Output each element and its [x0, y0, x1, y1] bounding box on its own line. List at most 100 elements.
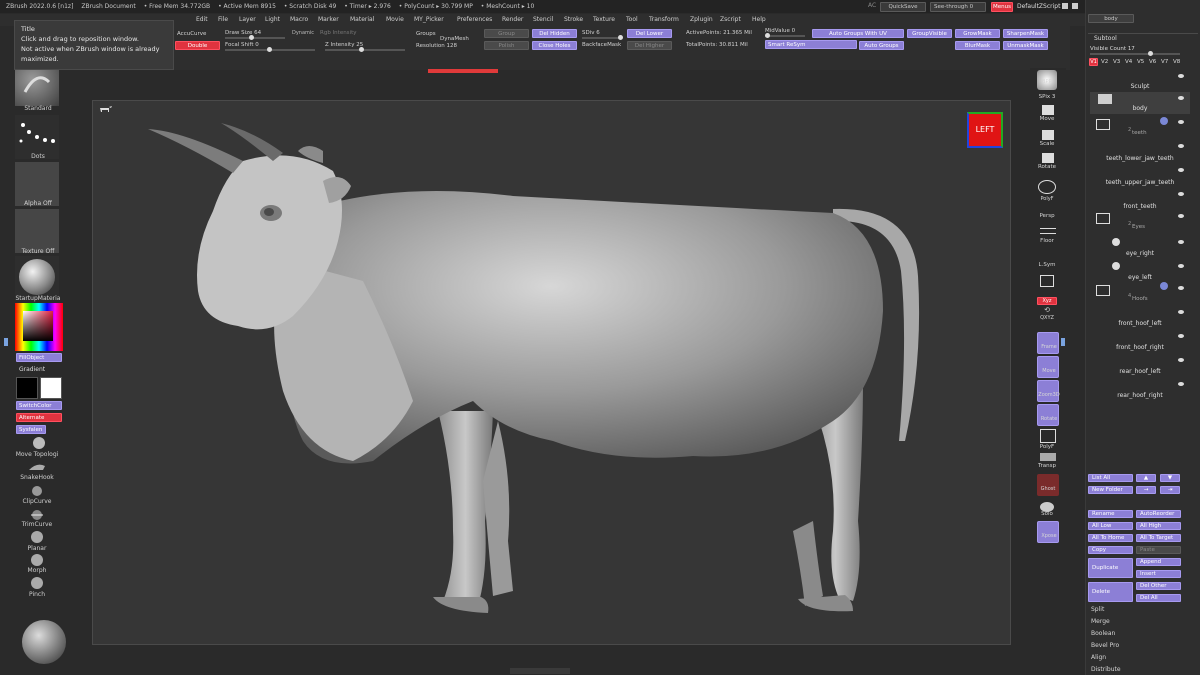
subtool-header[interactable]: Subtool [1088, 33, 1198, 43]
snakehook-brush[interactable] [25, 460, 47, 474]
menu-macro[interactable]: Macro [290, 14, 308, 26]
group-visible-button[interactable]: GroupVisible [907, 29, 952, 38]
z-intensity-knob[interactable] [359, 47, 364, 52]
z-intensity-slider[interactable]: Z Intensity 25 [325, 42, 363, 48]
rgb-intensity-slider[interactable]: Rgb Intensity [320, 30, 357, 36]
subtool-item-front-hoof-right[interactable]: front_hoof_right [1090, 330, 1190, 352]
qxyz-toggle[interactable]: QXYZ [1030, 315, 1064, 321]
subtool-item-eye-right[interactable]: eye_right [1090, 236, 1190, 258]
bevel-pro-menu[interactable]: Bevel Pro [1091, 642, 1119, 649]
left-tray-toggle[interactable] [4, 338, 8, 346]
subtool-folder-hoofs[interactable]: 4 Hoofs [1090, 282, 1190, 304]
rotate-view-button[interactable]: Rotate [1037, 404, 1059, 426]
smart-resym-button[interactable]: Smart ReSym [765, 40, 857, 49]
see-through-slider[interactable]: See-through 0 [930, 2, 986, 12]
midvalue-track[interactable] [765, 33, 805, 38]
quicksave-button[interactable]: QuickSave [880, 2, 926, 12]
subtool-item-sculpt[interactable]: Sculpt [1090, 70, 1190, 92]
sdiv-slider[interactable]: SDiv 6 [582, 30, 600, 36]
menu-movie[interactable]: Movie [386, 14, 404, 26]
align-menu[interactable]: Align [1091, 654, 1106, 661]
eye-icon[interactable] [1178, 334, 1184, 338]
group-button[interactable]: Group [484, 29, 529, 38]
menu-light[interactable]: Light [265, 14, 280, 26]
auto-groups-uv-button[interactable]: Auto Groups With UV [812, 29, 904, 38]
bull-sculpt[interactable] [93, 101, 1012, 646]
distribute-menu[interactable]: Distribute [1091, 666, 1121, 673]
menu-zplugin[interactable]: Zplugin [690, 14, 713, 26]
default-zscript[interactable]: DefaultZScript [1017, 3, 1060, 10]
right-tray-toggle[interactable] [1061, 338, 1065, 346]
menu-help[interactable]: Help [752, 14, 766, 26]
version-v3[interactable]: V3 [1113, 59, 1120, 65]
menu-layer[interactable]: Layer [239, 14, 256, 26]
auto-groups-button[interactable]: Auto Groups [859, 41, 904, 50]
xyz-button[interactable]: Xyz [1037, 297, 1057, 305]
focal-shift-slider[interactable]: Focal Shift 0 [225, 42, 259, 48]
delete-button[interactable]: Delete [1088, 582, 1133, 602]
version-v4[interactable]: V4 [1125, 59, 1132, 65]
floor-icon[interactable] [1040, 228, 1056, 234]
auto-reorder-button[interactable]: AutoReorder [1136, 510, 1181, 518]
main-color-swatch[interactable] [40, 377, 62, 399]
material-thumbnail[interactable] [15, 256, 59, 300]
focal-shift-track[interactable] [225, 47, 315, 52]
menu-preferences[interactable]: Preferences [457, 14, 492, 26]
gear-icon[interactable] [1160, 117, 1168, 125]
version-v7[interactable]: V7 [1161, 59, 1168, 65]
sdiv-track[interactable] [582, 35, 623, 40]
lock-icon[interactable] [1040, 275, 1054, 287]
secondary-color-swatch[interactable] [16, 377, 38, 399]
menu-stencil[interactable]: Stencil [533, 14, 553, 26]
del-higher-button[interactable]: Del Higher [627, 41, 672, 50]
color-picker-square[interactable] [23, 311, 53, 341]
active-tool-tab[interactable]: body [1088, 14, 1134, 23]
sharpen-mask-button[interactable]: SharpenMask [1003, 29, 1048, 38]
duplicate-button[interactable]: Duplicate [1088, 558, 1133, 578]
unmask-button[interactable]: UnmaskMask [1003, 41, 1048, 50]
spix-slider[interactable]: SPix 3 [1030, 94, 1064, 100]
bottom-tray-toggle[interactable] [510, 668, 570, 674]
draw-size-slider[interactable]: Draw Size 64 [225, 30, 261, 36]
polish-button[interactable]: Polish [484, 41, 529, 50]
visible-count-knob[interactable] [1148, 51, 1153, 56]
alternate-button[interactable]: Alternate [16, 413, 62, 422]
menu-file[interactable]: File [218, 14, 228, 26]
xpose-button[interactable]: Xpose [1037, 521, 1059, 543]
eye-icon[interactable] [1178, 382, 1184, 386]
document-canvas[interactable]: LEFT [92, 100, 1011, 645]
menus-button[interactable]: Menus [991, 2, 1013, 12]
texture-thumbnail[interactable] [15, 209, 59, 253]
subtool-folder-teeth[interactable]: 2 teeth [1090, 116, 1190, 138]
eye-icon[interactable] [1178, 310, 1184, 314]
dynamic-toggle[interactable]: Dynamic [292, 30, 314, 36]
eye-icon[interactable] [1178, 74, 1184, 78]
scale-icon[interactable] [1042, 130, 1054, 140]
del-hidden-button[interactable]: Del Hidden [532, 29, 577, 38]
draw-size-track[interactable] [225, 35, 285, 40]
eye-icon[interactable] [1178, 120, 1184, 124]
append-button[interactable]: Append [1136, 558, 1181, 566]
all-high-button[interactable]: All High [1136, 522, 1181, 530]
eye-icon[interactable] [1178, 96, 1184, 100]
rename-button[interactable]: Rename [1088, 510, 1133, 518]
subtool-item-body[interactable]: body [1090, 92, 1190, 114]
menu-material[interactable]: Material [350, 14, 374, 26]
draw-size-knob[interactable] [249, 35, 254, 40]
pinch-brush[interactable] [25, 576, 47, 590]
polyframe-icon[interactable] [1040, 429, 1056, 443]
close-icon[interactable] [1072, 3, 1078, 9]
rotation-axis-icon[interactable]: ⟲ [1040, 306, 1054, 314]
zoom3d-button[interactable]: Zoom3D [1037, 380, 1060, 402]
sdiv-knob[interactable] [618, 35, 623, 40]
eye-icon[interactable] [1178, 168, 1184, 172]
list-all-button[interactable]: List All [1088, 474, 1133, 482]
color-picker[interactable] [15, 303, 63, 351]
dynamesh-button[interactable]: DynaMesh [440, 36, 469, 42]
grow-mask-button[interactable]: GrowMask [955, 29, 1000, 38]
subtool-item-rear-hoof-right[interactable]: rear_hoof_right [1090, 378, 1190, 400]
menu-tool[interactable]: Tool [626, 14, 638, 26]
rotate-sphere-icon[interactable] [22, 620, 66, 664]
clipcurve-brush[interactable] [25, 484, 47, 498]
new-folder-button[interactable]: New Folder [1088, 486, 1133, 494]
